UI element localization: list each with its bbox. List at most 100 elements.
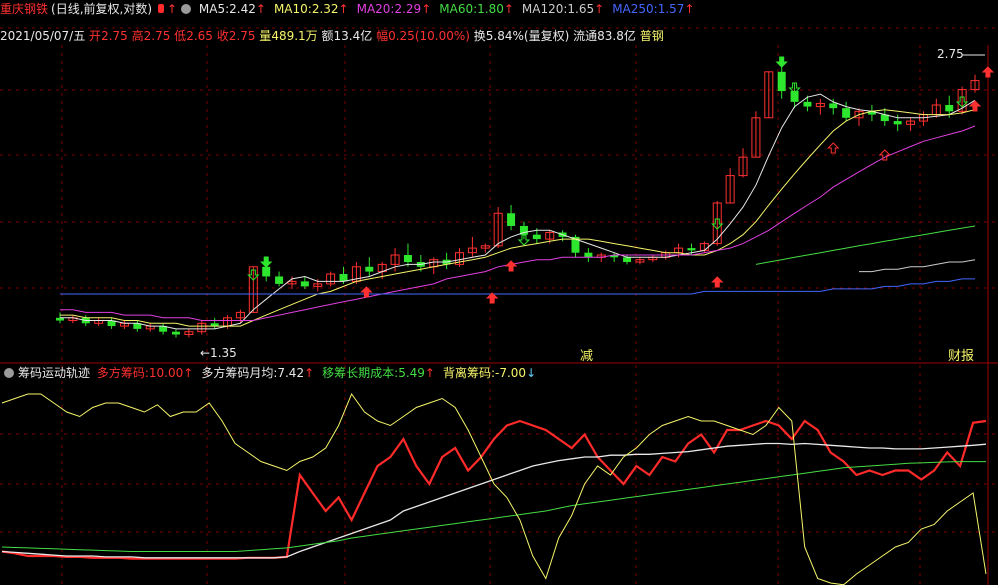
price-high-label: 2.75 [937, 47, 964, 61]
candle-body [893, 121, 902, 125]
chart-canvas[interactable]: 2.75 ←1.35 减 财报 [0, 0, 998, 585]
amount-value: 13.4亿 [333, 29, 373, 43]
ma-legend-value: 2.32 [311, 2, 339, 16]
ma-legend-label: MA20: [356, 2, 395, 16]
up-arrow-icon[interactable]: ↑ [167, 2, 177, 16]
annotations: 2.75 ←1.35 减 财报 [200, 47, 995, 364]
indicator-legend-label: 多方筹码月均: [201, 366, 278, 380]
indicator-legend-2: 移筹长期成本:5.49↑ [322, 366, 435, 380]
record-icon[interactable] [158, 4, 165, 13]
ma-legend-arrow: ↑ [503, 2, 514, 16]
candle-body [803, 101, 812, 107]
quote-date: 2021/05/07/五 [0, 29, 86, 43]
ma-legend-value: 1.65 [567, 2, 595, 16]
ma-legend-2: MA20:2.29↑ [357, 2, 432, 16]
indicator-line-1 [1, 442, 987, 559]
turnover-value: 5.84%(量复权) [485, 29, 570, 43]
ma-legend-arrow: ↑ [338, 2, 349, 16]
ma-legend-value: 2.29 [394, 2, 422, 16]
candle-body [507, 213, 516, 226]
candle-body [403, 255, 412, 263]
indicator-legend-0: 多方筹码:10.00↑ [97, 366, 193, 380]
gear-icon[interactable] [4, 368, 14, 378]
candle-body [842, 108, 851, 118]
candle-body [339, 274, 348, 282]
gear-icon[interactable] [181, 4, 192, 14]
ma-legend-label: MA60: [439, 2, 478, 16]
ma-legend-label: MA120: [521, 2, 568, 16]
ma-legend-0: MA5:2.42↑ [199, 2, 266, 16]
float-value: 83.8亿 [597, 29, 636, 43]
indicator-legend-1: 多方筹码月均:7.42↑ [201, 366, 314, 380]
candle-body [584, 252, 593, 258]
candle-body [532, 234, 541, 240]
indicator-legend-value: 5.49 [398, 366, 425, 380]
indicator-legend-arrow: ↑ [424, 366, 435, 380]
close-value: 2.75 [228, 29, 256, 43]
quote-info-row: 2021/05/07/五 开2.75 高2.75 低2.65 收2.75 量48… [0, 27, 664, 45]
volume-value: 489.1万 [271, 29, 318, 43]
candle-body [623, 257, 632, 263]
signal-up-arrow-icon [827, 142, 840, 154]
indicator-legend-value: 10.00 [148, 366, 184, 380]
ma-legend-arrow: ↑ [594, 2, 605, 16]
indicator-line-0 [1, 419, 987, 560]
ma-legend-label: MA250: [612, 2, 658, 16]
turnover-label: 换 [473, 29, 486, 43]
close-label: 收 [216, 29, 229, 43]
indicator-line-3 [1, 392, 987, 585]
indicator-legend-value: -7.00 [495, 366, 527, 380]
ma-line-ma60 [755, 225, 976, 265]
candle-body [262, 266, 271, 277]
signal-up-arrow-icon [504, 260, 518, 272]
signal-down-arrow-icon [775, 56, 788, 68]
indicator-legend-label: 移筹长期成本: [322, 366, 399, 380]
change-value: 0.25(10.00%) [388, 29, 470, 43]
indicator-line-2 [1, 461, 986, 552]
ma-line-ma250 [60, 278, 975, 295]
ma-legend-row: 重庆钢铁 (日线,前复权,对数) ↑ MA5:2.42↑ MA10:2.32↑ MA20… [0, 0, 703, 18]
ma-legend-value: 1.80 [477, 2, 504, 16]
ma-legend-value: 1.57 [657, 2, 685, 16]
ma-legend-value: 2.42 [229, 2, 256, 16]
stock-name[interactable]: 重庆钢铁 [0, 2, 48, 16]
indicator-legend-label: 多方筹码: [96, 366, 149, 380]
ma-legend-4: MA120:1.65↑ [522, 2, 604, 16]
open-label: 开 [89, 29, 102, 43]
price-low-label: ←1.35 [200, 346, 237, 360]
ma-legend-5: MA250:1.57↑ [612, 2, 694, 16]
change-label: 幅 [376, 29, 389, 43]
candle-body [171, 331, 180, 335]
volume-label: 量 [259, 29, 272, 43]
indicator-items: 多方筹码:10.00↑ 多方筹码月均:7.42↑ 移筹长期成本:5.49↑ 背离筹码:… [97, 366, 544, 380]
price-pane[interactable] [56, 60, 980, 338]
sector-link[interactable]: 普钢 [640, 29, 664, 43]
candle-body [365, 266, 374, 272]
indicator-legend-arrow: ↓ [526, 366, 537, 380]
earnings-mark: 财报 [948, 349, 974, 364]
signal-up-arrow-icon [711, 276, 724, 288]
ma-legend-label: MA10: [273, 2, 312, 16]
ma-line-ma120 [859, 259, 976, 273]
signal-up-arrow-icon [981, 66, 995, 78]
candle-body [275, 276, 284, 284]
float-label: 流通 [573, 29, 598, 43]
ma-line-ma20 [60, 125, 976, 321]
period-note: (日线,前复权,对数) [51, 2, 153, 16]
ma-legend-1: MA10:2.32↑ [274, 2, 349, 16]
indicator-legend-3: 背离筹码:-7.00↓ [443, 366, 536, 380]
indicator-legend-value: 7.42 [277, 366, 305, 380]
candle-body [300, 281, 309, 287]
indicator-name[interactable]: 筹码运动轨迹 [18, 366, 90, 380]
ma-legend-3: MA60:1.80↑ [439, 2, 514, 16]
indicator-pane[interactable] [1, 392, 987, 585]
amount-label: 额 [321, 29, 334, 43]
open-value: 2.75 [101, 29, 128, 43]
indicator-legend-row: 筹码运动轨迹 多方筹码:10.00↑ 多方筹码月均:7.42↑ 移筹长期成本:5.4… [0, 364, 544, 382]
ma-legend-label: MA5: [198, 2, 230, 16]
high-value: 2.75 [143, 29, 171, 43]
signal-up-arrow-icon [878, 149, 891, 161]
ma-legend-arrow: ↑ [421, 2, 432, 16]
low-label: 低 [174, 29, 187, 43]
indicator-legend-label: 背离筹码: [442, 366, 496, 380]
